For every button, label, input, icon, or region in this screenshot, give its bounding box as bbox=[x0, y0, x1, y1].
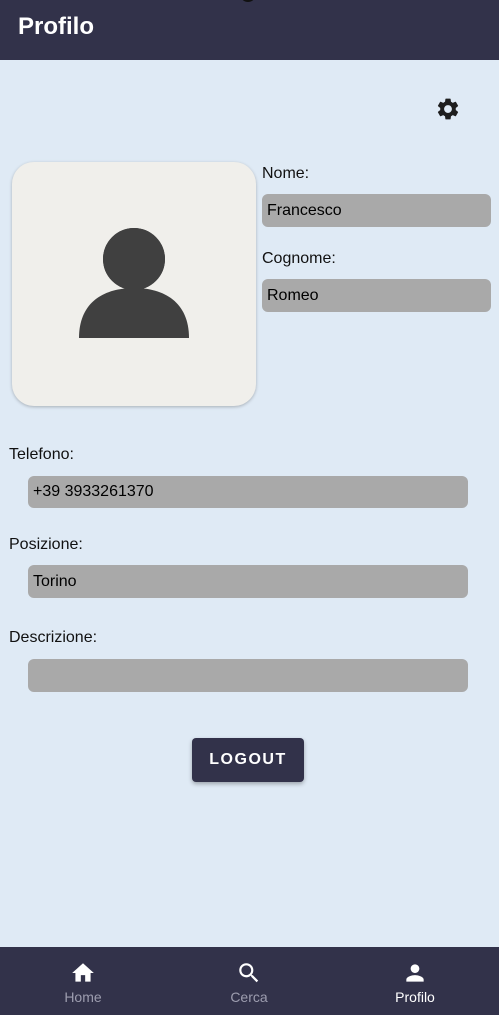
logout-button[interactable]: LOGOUT bbox=[192, 738, 304, 782]
app-bar: Profilo bbox=[0, 0, 499, 60]
posizione-label: Posizione: bbox=[9, 536, 83, 553]
cognome-field[interactable]: Romeo bbox=[262, 279, 491, 312]
nav-label-home: Home bbox=[64, 989, 102, 1005]
telefono-label: Telefono: bbox=[9, 446, 74, 463]
home-icon bbox=[72, 963, 94, 982]
nav-item-cerca[interactable]: Cerca bbox=[166, 947, 332, 1015]
nav-item-home[interactable]: Home bbox=[0, 947, 166, 1015]
search-icon bbox=[239, 963, 259, 983]
avatar[interactable] bbox=[12, 162, 256, 406]
descrizione-label: Descrizione: bbox=[9, 629, 98, 646]
nav-item-profilo[interactable]: Profilo bbox=[332, 947, 498, 1015]
person-icon bbox=[406, 964, 424, 982]
nome-label: Nome: bbox=[262, 165, 310, 182]
settings-button[interactable] bbox=[434, 95, 462, 123]
nav-label-profilo: Profilo bbox=[395, 989, 435, 1005]
telefono-field[interactable]: +39 3933261370 bbox=[28, 476, 468, 508]
posizione-field[interactable]: Torino bbox=[28, 565, 468, 598]
cognome-label: Cognome: bbox=[262, 250, 336, 267]
camera-notch bbox=[240, 0, 256, 2]
descrizione-field[interactable] bbox=[28, 659, 468, 692]
gear-icon bbox=[437, 98, 459, 120]
page-title: Profilo bbox=[18, 13, 94, 40]
bottom-nav: Home Cerca Profilo bbox=[0, 947, 499, 1015]
nome-field[interactable]: Francesco bbox=[262, 194, 491, 227]
person-icon bbox=[79, 224, 189, 338]
nav-label-cerca: Cerca bbox=[230, 989, 268, 1005]
